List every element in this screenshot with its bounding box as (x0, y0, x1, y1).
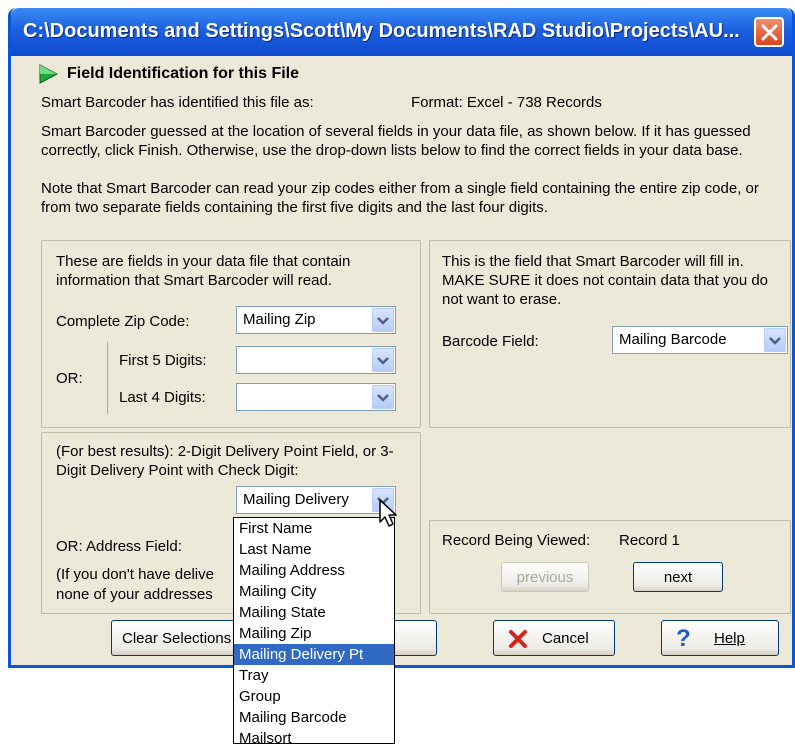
mouse-cursor-icon (379, 499, 397, 527)
title-bar[interactable]: C:\Documents and Settings\Scott\My Docum… (11, 8, 792, 56)
first5-label: First 5 Digits: (119, 352, 207, 369)
close-icon (761, 24, 778, 41)
chevron-down-icon (769, 337, 781, 345)
delivery-note: (For best results): 2-Digit Delivery Poi… (56, 443, 394, 479)
delivery-combo[interactable]: Mailing Delivery (236, 486, 396, 514)
help-button[interactable]: ? Help (661, 620, 779, 656)
chevron-down-icon (377, 357, 389, 365)
complete-zip-label: Complete Zip Code: (56, 313, 190, 330)
cancel-label: Cancel (542, 630, 589, 647)
dropdown-option[interactable]: Last Name (234, 539, 394, 560)
dropdown-option[interactable]: Mailing State (234, 602, 394, 623)
dropdown-option[interactable]: Mailsort (234, 728, 394, 749)
dialog-window: C:\Documents and Settings\Scott\My Docum… (8, 8, 795, 668)
dropdown-arrow-button[interactable] (372, 348, 394, 372)
or-label: OR: (56, 370, 83, 387)
dropdown-option[interactable]: First Name (234, 518, 394, 539)
section-heading: Field Identification for this File (67, 65, 300, 82)
first5-combo[interactable] (236, 346, 396, 374)
fill-field-intro: This is the field that Smart Barcoder wi… (442, 253, 769, 308)
dropdown-option-selected[interactable]: Mailing Delivery Pt (234, 644, 394, 665)
delivery-partial-note-2: none of your addresses (56, 586, 213, 603)
barcode-combo[interactable]: Mailing Barcode (612, 326, 788, 354)
address-field-label: OR: Address Field: (56, 538, 182, 555)
record-label: Record Being Viewed: (442, 532, 591, 549)
barcode-value: Mailing Barcode (619, 331, 727, 348)
chevron-down-icon (377, 317, 389, 325)
dropdown-option[interactable]: Mailing Address (234, 560, 394, 581)
complete-zip-value: Mailing Zip (243, 311, 316, 328)
barcode-field-label: Barcode Field: (442, 333, 539, 350)
green-arrow-icon (39, 64, 59, 84)
delivery-partial-note-1: (If you don't have delive (56, 566, 214, 583)
dropdown-option[interactable]: Tray (234, 665, 394, 686)
window-title: C:\Documents and Settings\Scott\My Docum… (23, 20, 740, 42)
previous-button[interactable]: previous (501, 562, 589, 592)
dropdown-arrow-button[interactable] (372, 308, 394, 332)
dropdown-option[interactable]: Mailing City (234, 581, 394, 602)
question-mark-icon: ? (676, 625, 691, 652)
red-x-icon (509, 630, 527, 648)
dropdown-option[interactable]: Mailing Zip (234, 623, 394, 644)
read-fields-intro: These are fields in your data file that … (56, 253, 351, 289)
delivery-dropdown-list[interactable]: First Name Last Name Mailing Address Mai… (233, 517, 395, 747)
format-value: Format: Excel - 738 Records (411, 94, 602, 111)
delivery-value: Mailing Delivery (243, 491, 349, 508)
close-button[interactable] (754, 17, 784, 47)
record-value: Record 1 (619, 532, 680, 549)
next-label: next (663, 569, 693, 586)
previous-label: previous (516, 569, 574, 586)
digits-bracket (107, 342, 108, 414)
dropdown-arrow-button[interactable] (372, 385, 394, 409)
help-label: Help (714, 630, 745, 647)
cancel-button[interactable]: Cancel (493, 620, 615, 656)
dropdown-option[interactable]: Group (234, 686, 394, 707)
chevron-down-icon (377, 394, 389, 402)
last4-combo[interactable] (236, 383, 396, 411)
description-text: Smart Barcoder guessed at the location o… (41, 123, 751, 159)
zip-note-text: Note that Smart Barcoder can read your z… (41, 180, 759, 216)
dropdown-option[interactable]: Mailing Barcode (234, 707, 394, 728)
next-button[interactable]: next (633, 562, 723, 592)
dropdown-arrow-button[interactable] (764, 328, 786, 352)
last4-label: Last 4 Digits: (119, 389, 206, 406)
identified-label: Smart Barcoder has identified this file … (41, 94, 314, 111)
complete-zip-combo[interactable]: Mailing Zip (236, 306, 396, 334)
